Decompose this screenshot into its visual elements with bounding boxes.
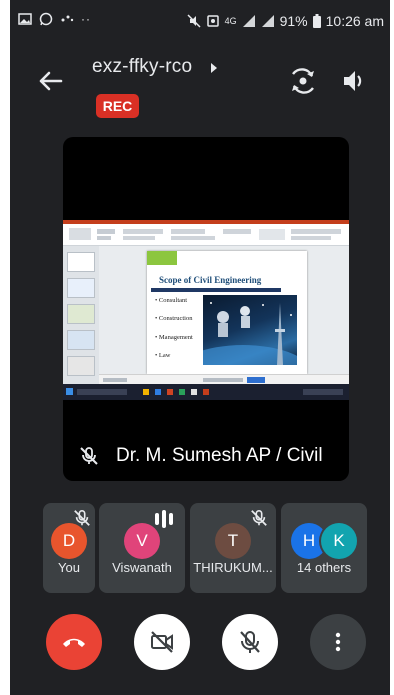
network-type: 4G xyxy=(224,16,237,26)
more-options-button[interactable] xyxy=(310,614,366,670)
nfc-icon xyxy=(206,15,219,27)
recording-badge: REC xyxy=(96,94,139,118)
presenter-name: Dr. M. Sumesh AP / Civil xyxy=(116,445,323,466)
mic-toggle-button[interactable] xyxy=(222,614,278,670)
presentation-video[interactable]: Scope of Civil Engineering • Consultant … xyxy=(63,137,349,481)
slide-title: Scope of Civil Engineering xyxy=(159,275,262,285)
participant-name: Viswanath xyxy=(112,560,172,575)
signal-icon-2 xyxy=(261,15,274,27)
slide-bullet: Consultant xyxy=(158,297,188,304)
participant-name: You xyxy=(58,560,80,575)
end-call-icon xyxy=(63,638,85,647)
battery-icon xyxy=(312,14,321,28)
mic-off-icon xyxy=(74,509,90,526)
status-bar: ·· 4G 91% 10:26 am xyxy=(10,0,390,40)
slide-bullet: Management xyxy=(158,334,193,341)
participant-tile-others[interactable]: H K 14 others xyxy=(281,503,367,593)
mic-off-icon xyxy=(240,631,260,653)
caret-right-icon[interactable] xyxy=(209,61,219,75)
mute-notification-icon xyxy=(187,14,201,28)
back-arrow-icon[interactable] xyxy=(35,66,65,96)
slide-illustration xyxy=(203,295,297,365)
gallery-icon xyxy=(18,13,32,25)
participant-name: THIRUKUM... xyxy=(193,560,273,575)
current-slide: Scope of Civil Engineering • Consultant … xyxy=(147,251,307,374)
more-vert-icon xyxy=(335,632,341,652)
meeting-code[interactable]: exz-ffky-rco xyxy=(92,56,192,78)
avatar: D xyxy=(51,523,87,559)
mic-off-icon xyxy=(251,509,267,526)
ppt-status-line xyxy=(99,374,349,384)
camera-toggle-button[interactable] xyxy=(134,614,190,670)
participant-tile-thirukum[interactable]: T THIRUKUM... xyxy=(190,503,276,593)
participant-tile-you[interactable]: D You xyxy=(43,503,95,593)
ppt-ribbon xyxy=(63,220,349,246)
shared-screen: Scope of Civil Engineering • Consultant … xyxy=(63,220,349,400)
slide-thumbnails xyxy=(63,246,99,384)
clock: 10:26 am xyxy=(325,13,384,29)
participant-name: 14 others xyxy=(296,560,352,575)
presenter-label: Dr. M. Sumesh AP / Civil xyxy=(63,441,349,471)
avatar: K xyxy=(321,523,357,559)
meet-app-screen: ·· 4G 91% 10:26 am exz-ffky-rco REC Scop… xyxy=(10,0,390,695)
switch-camera-icon[interactable] xyxy=(289,68,317,94)
slide-bullet: Construction xyxy=(158,315,193,322)
mic-off-icon xyxy=(80,447,98,465)
signal-icon xyxy=(242,15,255,27)
slide-bullet: Law xyxy=(158,352,171,359)
participant-tile-viswanath[interactable]: V Viswanath xyxy=(99,503,185,593)
camera-off-icon xyxy=(151,631,173,653)
avatar: T xyxy=(215,523,251,559)
signal-dots-icon xyxy=(61,15,74,22)
speaking-indicator-icon xyxy=(155,510,173,528)
overflow-dots-icon: ·· xyxy=(81,12,91,26)
windows-taskbar xyxy=(63,384,349,400)
end-call-button[interactable] xyxy=(46,614,102,670)
whatsapp-icon xyxy=(39,12,53,26)
speaker-icon[interactable] xyxy=(341,68,367,94)
battery-percent: 91% xyxy=(279,13,308,29)
